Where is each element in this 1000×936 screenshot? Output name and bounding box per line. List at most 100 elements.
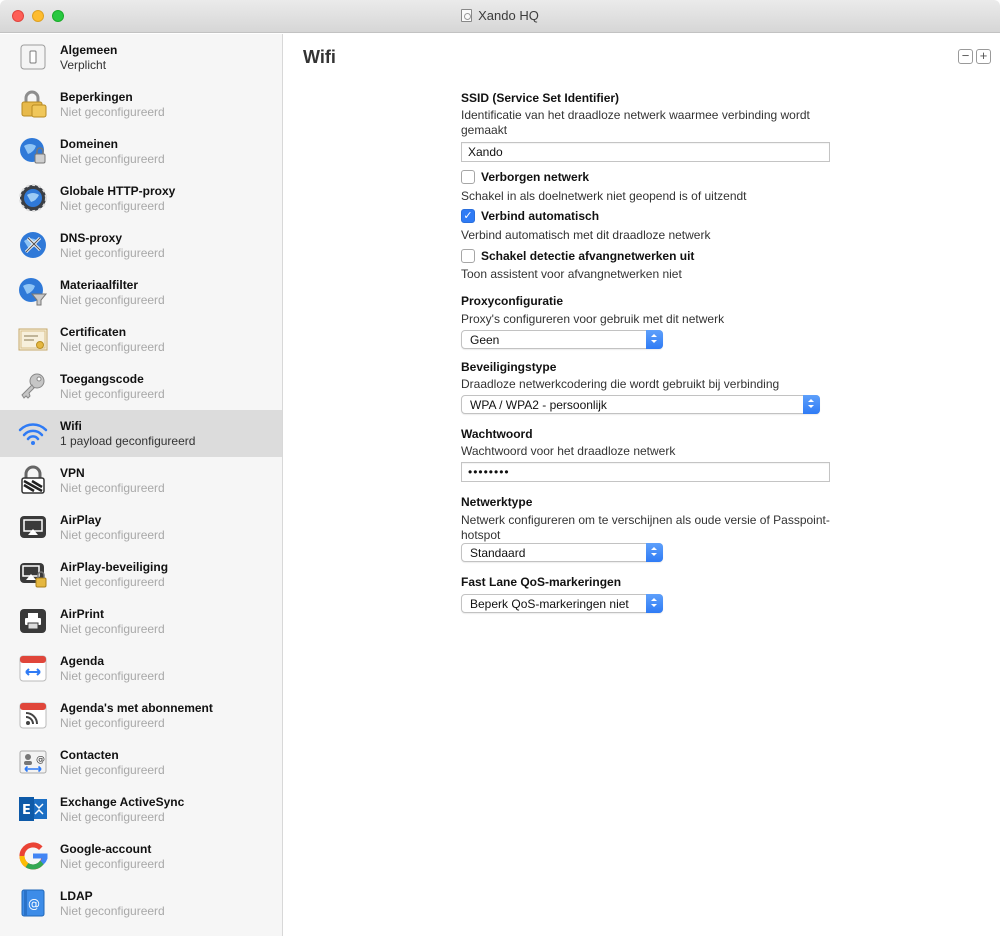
- domains-icon: [20, 138, 46, 164]
- sidebar-item-airplay-beveiliging[interactable]: AirPlay-beveiliging Niet geconfigureerd: [0, 551, 282, 598]
- sidebar-item-status: Niet geconfigureerd: [60, 246, 165, 260]
- sidebar-item-status: Niet geconfigureerd: [60, 340, 165, 354]
- title-bar: Xando HQ: [0, 0, 1000, 33]
- sidebar-item-exchange-activesync[interactable]: E Exchange ActiveSync Niet geconfigureer…: [0, 786, 282, 833]
- payload-detail-pane: Wifi − + SSID (Service Set Identifier) I…: [284, 34, 1000, 936]
- add-payload-button[interactable]: +: [976, 49, 991, 64]
- proxy-select[interactable]: Geen: [461, 330, 663, 349]
- sidebar-item-ldap[interactable]: @ LDAP Niet geconfigureerd: [0, 880, 282, 927]
- sidebar-item-status: Niet geconfigureerd: [60, 528, 165, 542]
- sidebar-item-status: Niet geconfigureerd: [60, 575, 165, 589]
- sidebar-item-label: AirPrint: [60, 607, 105, 621]
- sidebar-item-label: AirPlay-beveiliging: [60, 560, 169, 574]
- proxy-select-value: Geen: [470, 333, 500, 347]
- password-description: Wachtwoord voor het draadloze netwerk: [461, 444, 676, 458]
- password-field[interactable]: ••••••••: [461, 462, 830, 482]
- sidebar-item-status: 1 payload geconfigureerd: [60, 434, 196, 448]
- proxy-label: Proxyconfiguratie: [461, 294, 564, 308]
- network-type-select-value: Standaard: [470, 546, 526, 560]
- sidebar-item-contacten[interactable]: @ Contacten Niet geconfigureerd: [0, 739, 282, 786]
- qos-select-value: Beperk QoS-markeringen niet: [470, 597, 629, 611]
- passcode-icon: [21, 373, 45, 399]
- payload-sidebar: Algemeen Verplicht Beperkingen Niet geco…: [0, 34, 283, 936]
- ldap-icon: @: [21, 889, 45, 917]
- disable-captive-detection-checkbox[interactable]: [461, 249, 475, 263]
- sidebar-item-label: AirPlay: [60, 513, 102, 527]
- select-stepper-icon: [646, 543, 663, 562]
- sidebar-item-agenda[interactable]: Agenda Niet geconfigureerd: [0, 645, 282, 692]
- auto-join-label[interactable]: Verbind automatisch: [481, 209, 599, 223]
- exchange-icon: E: [19, 797, 47, 821]
- sidebar-item-google-account[interactable]: Google-account Niet geconfigureerd: [0, 833, 282, 880]
- sidebar-item-label: Agenda: [60, 654, 105, 668]
- svg-text:@: @: [36, 755, 45, 765]
- sidebar-item-globale-http-proxy[interactable]: Globale HTTP-proxy Niet geconfigureerd: [0, 175, 282, 222]
- sidebar-item-toegangscode[interactable]: Toegangscode Niet geconfigureerd: [0, 363, 282, 410]
- airplay-security-icon: [20, 563, 47, 588]
- qos-select[interactable]: Beperk QoS-markeringen niet: [461, 594, 663, 613]
- select-stepper-icon: [646, 330, 663, 349]
- ssid-field[interactable]: Xando: [461, 142, 830, 162]
- sidebar-item-status: Niet geconfigureerd: [60, 481, 165, 495]
- sidebar-item-airplay[interactable]: AirPlay Niet geconfigureerd: [0, 504, 282, 551]
- password-label: Wachtwoord: [461, 427, 533, 441]
- sidebar-item-label: Wifi: [60, 419, 82, 433]
- general-icon: [20, 44, 46, 70]
- subscribed-calendar-icon: [19, 702, 47, 729]
- sidebar-item-label: Certificaten: [60, 325, 127, 339]
- sidebar-item-status: Niet geconfigureerd: [60, 387, 165, 401]
- sidebar-item-vpn[interactable]: VPN Niet geconfigureerd: [0, 457, 282, 504]
- remove-payload-button[interactable]: −: [958, 49, 973, 64]
- security-type-description: Draadloze netwerkcodering die wordt gebr…: [461, 377, 780, 391]
- sidebar-item-status: Niet geconfigureerd: [60, 857, 165, 871]
- svg-text:E: E: [22, 803, 31, 818]
- sidebar-item-dns-proxy[interactable]: DNS-proxy Niet geconfigureerd: [0, 222, 282, 269]
- qos-label: Fast Lane QoS-markeringen: [461, 575, 622, 589]
- app-window: Xando HQ Algemeen Verplicht Beperkingen …: [0, 0, 1000, 936]
- sidebar-item-wifi[interactable]: Wifi 1 payload geconfigureerd: [0, 410, 282, 457]
- security-type-label: Beveiligingstype: [461, 360, 557, 374]
- sidebar-item-status: Niet geconfigureerd: [60, 293, 165, 307]
- sidebar-item-status: Niet geconfigureerd: [60, 810, 165, 824]
- page-title: Wifi: [303, 47, 336, 67]
- sidebar-item-label: Beperkingen: [60, 90, 133, 104]
- sidebar-item-certificaten[interactable]: Certificaten Niet geconfigureerd: [0, 316, 282, 363]
- select-stepper-icon: [803, 395, 820, 414]
- contacts-icon: @: [19, 750, 47, 774]
- airplay-icon: [20, 516, 46, 538]
- sidebar-item-beperkingen[interactable]: Beperkingen Niet geconfigureerd: [0, 81, 282, 128]
- ssid-label: SSID (Service Set Identifier): [461, 91, 620, 105]
- sidebar-item-domeinen[interactable]: Domeinen Niet geconfigureerd: [0, 128, 282, 175]
- sidebar-item-materiaalfilter[interactable]: Materiaalfilter Niet geconfigureerd: [0, 269, 282, 316]
- sidebar-item-airprint[interactable]: AirPrint Niet geconfigureerd: [0, 598, 282, 645]
- content-filter-icon: [19, 278, 48, 306]
- hidden-network-label[interactable]: Verborgen netwerk: [481, 170, 589, 184]
- hidden-network-description: Schakel in als doelnetwerk niet geopend …: [461, 189, 747, 203]
- network-type-label: Netwerktype: [461, 495, 533, 509]
- wifi-icon: [18, 423, 48, 445]
- sidebar-item-agendas-met-abonnement[interactable]: Agenda's met abonnement Niet geconfigure…: [0, 692, 282, 739]
- sidebar-item-status: Niet geconfigureerd: [60, 763, 165, 777]
- auto-join-description: Verbind automatisch met dit draadloze ne…: [461, 228, 711, 242]
- select-stepper-icon: [646, 594, 663, 613]
- sidebar-item-status: Verplicht: [60, 58, 107, 72]
- sidebar-item-algemeen[interactable]: Algemeen Verplicht: [0, 34, 282, 81]
- auto-join-checkbox[interactable]: ✓: [461, 209, 475, 223]
- restrictions-icon: [21, 90, 47, 118]
- sidebar-item-label: Materiaalfilter: [60, 278, 139, 292]
- sidebar-item-status: Niet geconfigureerd: [60, 105, 165, 119]
- disable-captive-detection-description: Toon assistent voor afvangnetwerken niet: [461, 267, 682, 281]
- security-type-select[interactable]: WPA / WPA2 - persoonlijk: [461, 395, 820, 414]
- network-type-select[interactable]: Standaard: [461, 543, 663, 562]
- google-icon: [19, 842, 48, 870]
- certificate-icon: [18, 328, 48, 351]
- sidebar-item-label: Contacten: [60, 748, 119, 762]
- sidebar-item-status: Niet geconfigureerd: [60, 152, 165, 166]
- sidebar-item-label: DNS-proxy: [60, 231, 123, 245]
- ssid-description: Identificatie van het draadloze netwerk …: [461, 108, 810, 137]
- disable-captive-detection-label[interactable]: Schakel detectie afvangnetwerken uit: [481, 249, 694, 263]
- vpn-icon: [21, 465, 45, 494]
- hidden-network-checkbox[interactable]: [461, 170, 475, 184]
- window-title-text: Xando HQ: [478, 8, 539, 23]
- sidebar-item-status: Niet geconfigureerd: [60, 904, 165, 918]
